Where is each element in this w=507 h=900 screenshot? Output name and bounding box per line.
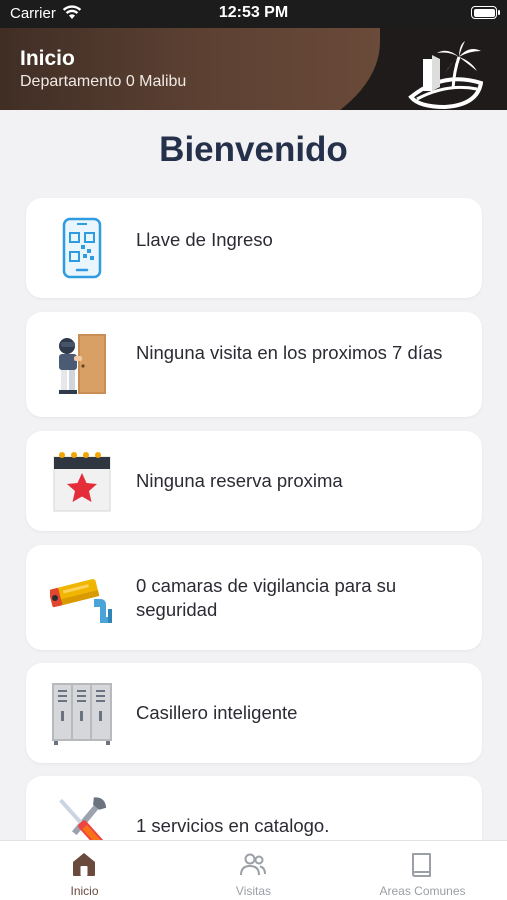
home-icon xyxy=(73,853,95,876)
apartment-subtitle: Departamento 0 Malibu xyxy=(20,73,187,90)
clock: 12:53 PM xyxy=(218,4,289,21)
card-reservations[interactable]: Ninguna reserva proxima xyxy=(26,431,482,531)
app-header: Inicio Departamento 0 Malibu xyxy=(0,28,507,110)
tab-inicio[interactable]: Inicio xyxy=(0,841,169,900)
card-visits[interactable]: Ninguna visita en los proximos 7 días xyxy=(26,312,482,417)
card-smart-locker[interactable]: Casillero inteligente xyxy=(26,663,482,763)
card-cameras[interactable]: 0 camaras de vigilancia para su segurida… xyxy=(26,545,482,650)
battery-icon xyxy=(471,6,500,19)
bottom-tab-bar: Inicio Visitas Areas Comunes xyxy=(0,840,507,900)
tab-areas-comunes[interactable]: Areas Comunes xyxy=(338,841,507,900)
card-smart-locker-label: Casillero inteligente xyxy=(136,702,298,723)
palm-logo-icon xyxy=(408,41,483,109)
card-services-label: 1 servicios en catalogo. xyxy=(136,815,330,836)
welcome-heading: Bienvenido xyxy=(159,130,348,169)
tab-inicio-label: Inicio xyxy=(70,884,99,898)
card-entry-key[interactable]: Llave de Ingreso xyxy=(26,198,482,298)
tab-areas-comunes-label: Areas Comunes xyxy=(379,884,466,898)
card-reservations-label: Ninguna reserva proxima xyxy=(136,470,343,491)
security-camera-icon xyxy=(50,579,112,623)
card-cameras-label: 0 camaras de vigilancia para su segurida… xyxy=(136,575,397,620)
qr-phone-icon xyxy=(62,217,102,279)
card-visits-label: Ninguna visita en los proximos 7 días xyxy=(136,342,443,363)
visitor-door-icon xyxy=(59,334,106,394)
status-bar: Carrier 12:53 PM xyxy=(0,0,507,28)
people-icon xyxy=(240,853,266,876)
tab-visitas[interactable]: Visitas xyxy=(169,841,338,900)
calendar-star-icon xyxy=(53,452,111,512)
tab-visitas-label: Visitas xyxy=(235,884,272,898)
card-entry-key-label: Llave de Ingreso xyxy=(136,229,273,250)
page-title: Inicio xyxy=(20,47,75,70)
book-icon xyxy=(412,853,431,877)
lockers-icon xyxy=(52,683,112,745)
